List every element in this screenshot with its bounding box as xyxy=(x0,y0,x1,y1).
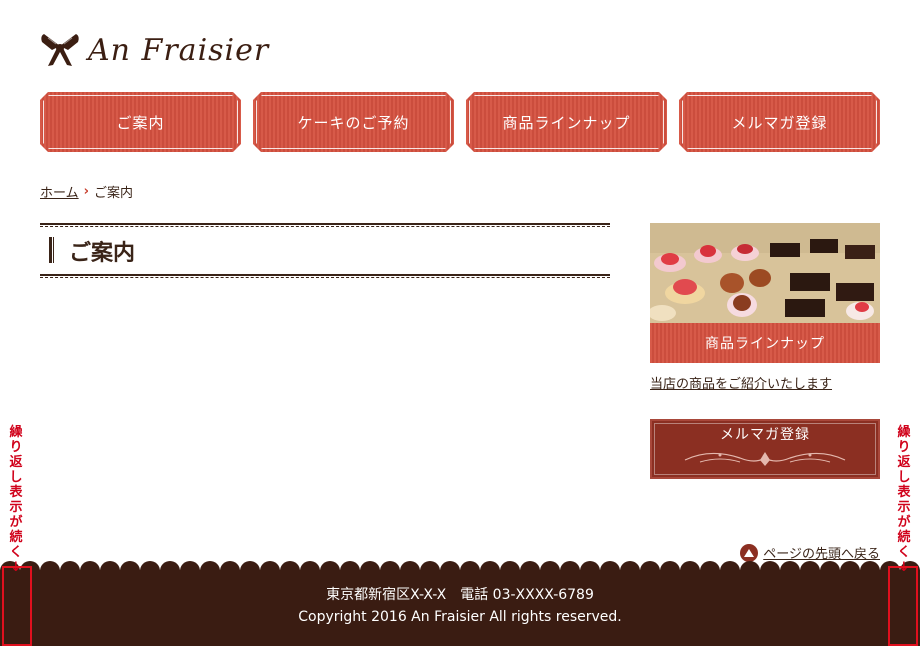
footer-scallop-edge xyxy=(0,561,920,580)
ribbon-bow-icon xyxy=(41,34,79,66)
product-lineup-banner-button[interactable]: 商品ラインナップ xyxy=(650,323,880,363)
page-title: ご案内 xyxy=(69,241,136,266)
title-top-rule xyxy=(40,223,610,227)
nav-product-lineup-button[interactable]: 商品ラインナップ xyxy=(466,92,667,152)
nav-newsletter-button[interactable]: メルマガ登録 xyxy=(679,92,880,152)
site-footer: 東京都新宿区X-X-X 電話 03-XXXX-6789 Copyright 20… xyxy=(0,561,920,646)
nav-label: ケーキのご予約 xyxy=(297,113,410,132)
newsletter-banner-button[interactable]: メルマガ登録 xyxy=(650,419,880,479)
title-bar-marker xyxy=(49,237,54,263)
ornament-flourish-icon xyxy=(684,452,846,466)
site-logo[interactable]: An Fraisier xyxy=(40,30,269,70)
footer-address: 東京都新宿区X-X-X 電話 03-XXXX-6789 xyxy=(326,587,594,603)
breadcrumb-current: ご案内 xyxy=(93,186,133,201)
nav-label: ご案内 xyxy=(116,113,165,132)
chevron-right-icon: › xyxy=(83,184,89,199)
logo-text: An Fraisier xyxy=(88,32,270,68)
repeat-annotation-text: 繰り返し表示が続く↓ xyxy=(897,425,911,575)
repeat-area-box-left xyxy=(2,566,32,646)
nav-cake-reservation-button[interactable]: ケーキのご予約 xyxy=(253,92,454,152)
newsletter-label: メルマガ登録 xyxy=(720,427,810,443)
title-bottom-rule xyxy=(40,274,610,278)
breadcrumb: ホーム › ご案内 xyxy=(40,182,133,201)
repeat-annotation-right: 繰り返し表示が続く↓ xyxy=(897,425,911,575)
global-nav: ご案内 ケーキのご予約 商品ラインナップ メルマガ登録 xyxy=(40,92,880,152)
product-lineup-banner-photo[interactable] xyxy=(650,223,880,323)
page-title-box: ご案内 xyxy=(40,223,610,278)
footer-text-block: 東京都新宿区X-X-X 電話 03-XXXX-6789 Copyright 20… xyxy=(0,584,920,628)
repeat-annotation-left: 繰り返し表示が続く↓ xyxy=(9,425,23,575)
arrow-up-icon xyxy=(740,543,759,562)
nav-label: メルマガ登録 xyxy=(731,113,828,132)
nav-guide-button[interactable]: ご案内 xyxy=(40,92,241,152)
repeat-annotation-text: 繰り返し表示が続く↓ xyxy=(9,425,23,575)
product-intro-link[interactable]: 当店の商品をご紹介いたします xyxy=(650,373,832,392)
nav-label: 商品ラインナップ xyxy=(502,113,631,132)
footer-copyright: Copyright 2016 An Fraisier All rights re… xyxy=(298,609,622,625)
pastry-photo-illustration xyxy=(650,223,880,323)
banner-caption-label: 商品ラインナップ xyxy=(705,336,825,352)
repeat-area-box-right xyxy=(888,566,918,646)
breadcrumb-home-link[interactable]: ホーム xyxy=(40,182,79,201)
